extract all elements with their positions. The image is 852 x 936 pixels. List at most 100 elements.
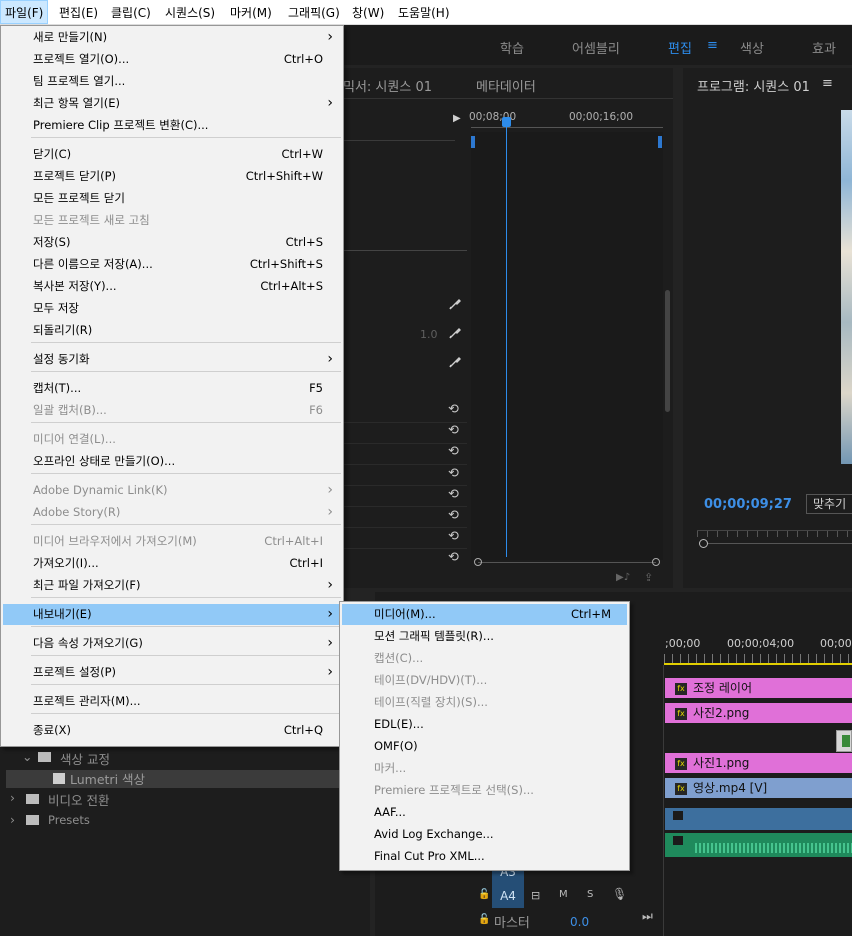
file-menu-item-0[interactable]: 새로 만들기(N) ›: [3, 27, 341, 48]
microphone-icon[interactable]: 🎙: [612, 887, 627, 901]
lock-icon[interactable]: 🔓: [478, 914, 490, 925]
panel-tab-metadata[interactable]: 메타데이터: [476, 76, 536, 95]
reset-icon[interactable]: ⟲: [448, 550, 459, 565]
workspace-tab-editing[interactable]: 편집: [668, 38, 692, 57]
file-menu-item-3[interactable]: 최근 항목 열기(E) ›: [3, 93, 341, 114]
fit-dropdown[interactable]: 맞추기: [806, 494, 852, 514]
playhead-handle[interactable]: [502, 117, 511, 127]
clip-video-mp4[interactable]: fx 영상.mp4 [V]: [665, 778, 852, 798]
file-menu-item-11[interactable]: 복사본 저장(Y)... Ctrl+Alt+S: [3, 276, 341, 297]
file-menu-item-24[interactable]: 내보내기(E) ›: [3, 604, 341, 625]
workspace-menu-icon[interactable]: ≡: [707, 38, 718, 53]
export-menu-item-10[interactable]: Avid Log Exchange...: [342, 824, 627, 845]
zoom-handle-left[interactable]: [474, 558, 482, 566]
audio-clip-a1[interactable]: [665, 808, 852, 830]
export-menu-item-6[interactable]: OMF(O): [342, 736, 627, 757]
file-menu-item-2[interactable]: 팀 프로젝트 열기...: [3, 71, 341, 92]
go-to-end-icon[interactable]: ⏭: [642, 909, 653, 924]
tree-item-presets[interactable]: Presets: [48, 813, 90, 827]
reset-icon[interactable]: ⟲: [448, 402, 459, 417]
export-menu-item-0[interactable]: 미디어(M)... Ctrl+M: [342, 604, 627, 625]
file-menu-item-14[interactable]: 설정 동기화 ›: [3, 349, 341, 370]
zoom-scrollbar[interactable]: [478, 562, 656, 563]
sync-lock-icon[interactable]: ⊟: [531, 889, 540, 902]
file-menu-item-22[interactable]: 가져오기(I)... Ctrl+I: [3, 553, 341, 574]
workspace-tab-color[interactable]: 색상: [740, 38, 764, 57]
workspace-tab-learn[interactable]: 학습: [500, 38, 524, 57]
program-menu-icon[interactable]: ≡: [822, 76, 833, 91]
clip-photo1[interactable]: fx 사진1.png: [665, 753, 852, 773]
program-timecode[interactable]: 00;00;09;27: [704, 497, 792, 512]
file-menu-item-28[interactable]: 종료(X) Ctrl+Q: [3, 720, 341, 741]
menu-sequence[interactable]: 시퀀스(S): [165, 0, 215, 24]
menu-clip[interactable]: 클립(C): [111, 0, 151, 24]
file-menu-item-25[interactable]: 다음 속성 가져오기(G) ›: [3, 633, 341, 654]
transition-clip[interactable]: [836, 730, 852, 752]
zoom-handle-right[interactable]: [652, 558, 660, 566]
solo-button[interactable]: S: [587, 889, 593, 900]
mute-button[interactable]: M: [559, 889, 568, 900]
menu-window[interactable]: 창(W): [352, 0, 384, 24]
panel-tab-mixer[interactable]: 믹서: 시퀀스 01: [343, 76, 432, 95]
lock-icon[interactable]: 🔓: [478, 889, 490, 900]
clip-adjustment-layer[interactable]: fx 조정 레이어: [665, 678, 852, 698]
tree-item-color-correction[interactable]: 색상 교정: [60, 749, 110, 768]
export-menu-item-9[interactable]: AAF...: [342, 802, 627, 823]
workspace-tab-effects[interactable]: 효과: [812, 38, 836, 57]
vertical-scrollbar[interactable]: [665, 290, 670, 412]
file-menu-item-13[interactable]: 되돌리기(R): [3, 320, 341, 341]
file-menu-item-15[interactable]: 캡처(T)... F5: [3, 378, 341, 399]
clip-label: 조정 레이어: [693, 681, 753, 695]
workspace-tab-assembly[interactable]: 어셈블리: [572, 38, 620, 57]
file-menu-item-4[interactable]: Premiere Clip 프로젝트 변환(C)...: [3, 115, 341, 136]
reset-icon[interactable]: ⟲: [448, 423, 459, 438]
tree-collapse-icon[interactable]: ›: [10, 812, 15, 827]
file-menu-item-18[interactable]: 오프라인 상태로 만들기(O)...: [3, 451, 341, 472]
file-menu-item-12[interactable]: 모두 저장: [3, 298, 341, 319]
reset-icon[interactable]: ⟲: [448, 508, 459, 523]
reset-icon[interactable]: ⟲: [448, 529, 459, 544]
menu-help[interactable]: 도움말(H): [398, 0, 450, 24]
tree-expand-icon[interactable]: ⌄: [22, 749, 32, 764]
export-frame-icon[interactable]: ▶♪: [616, 572, 630, 583]
file-menu-item-9[interactable]: 저장(S) Ctrl+S: [3, 232, 341, 253]
play-indicator-icon[interactable]: ▶: [453, 113, 461, 124]
file-menu-item-23[interactable]: 최근 파일 가져오기(F) ›: [3, 575, 341, 596]
file-menu-item-5[interactable]: 닫기(C) Ctrl+W: [3, 144, 341, 165]
tree-item-lumetri-color[interactable]: Lumetri 색상: [70, 769, 145, 788]
eyedropper-icon[interactable]: [448, 297, 462, 311]
submenu-arrow-icon: ›: [327, 351, 333, 367]
eyedropper-icon[interactable]: [448, 355, 462, 369]
reset-icon[interactable]: ⟲: [448, 487, 459, 502]
reset-icon[interactable]: ⟲: [448, 444, 459, 459]
clip-photo2[interactable]: fx 사진2.png: [665, 703, 852, 723]
track-a4-toggle[interactable]: A4: [492, 884, 524, 908]
program-zoom-handle[interactable]: [699, 539, 708, 548]
tree-item-video-transitions[interactable]: 비디오 전환: [48, 790, 109, 809]
share-icon[interactable]: ⇪: [644, 571, 653, 584]
menu-marker[interactable]: 마커(M): [230, 0, 272, 24]
master-volume-value[interactable]: 0.0: [570, 915, 589, 929]
audio-clip-a2[interactable]: [665, 833, 852, 857]
eyedropper-icon[interactable]: [448, 326, 462, 340]
menu-edit[interactable]: 편집(E): [59, 0, 98, 24]
file-menu-item-27[interactable]: 프로젝트 관리자(M)...: [3, 691, 341, 712]
menu-separator: [31, 655, 341, 656]
work-area-bar[interactable]: [664, 663, 852, 665]
file-menu-item-1[interactable]: 프로젝트 열기(O)... Ctrl+O: [3, 49, 341, 70]
menu-file[interactable]: 파일(F): [0, 0, 48, 24]
export-menu-item-1[interactable]: 모션 그래픽 템플릿(R)...: [342, 626, 627, 647]
reset-icon[interactable]: ⟲: [448, 466, 459, 481]
program-title[interactable]: 프로그램: 시퀀스 01: [697, 76, 810, 95]
menu-graphics[interactable]: 그래픽(G): [288, 0, 340, 24]
export-menu-item-5[interactable]: EDL(E)...: [342, 714, 627, 735]
file-menu-item-7[interactable]: 모든 프로젝트 닫기: [3, 188, 341, 209]
export-menu-item-11[interactable]: Final Cut Pro XML...: [342, 846, 627, 867]
program-zoom-bar[interactable]: [708, 543, 852, 544]
tree-collapse-icon[interactable]: ›: [10, 790, 15, 805]
file-menu-item-6[interactable]: 프로젝트 닫기(P) Ctrl+Shift+W: [3, 166, 341, 187]
value-field[interactable]: 1.0: [420, 328, 438, 341]
audio-fx-icon: [673, 836, 683, 845]
file-menu-item-10[interactable]: 다른 이름으로 저장(A)... Ctrl+Shift+S: [3, 254, 341, 275]
file-menu-item-26[interactable]: 프로젝트 설정(P) ›: [3, 662, 341, 683]
